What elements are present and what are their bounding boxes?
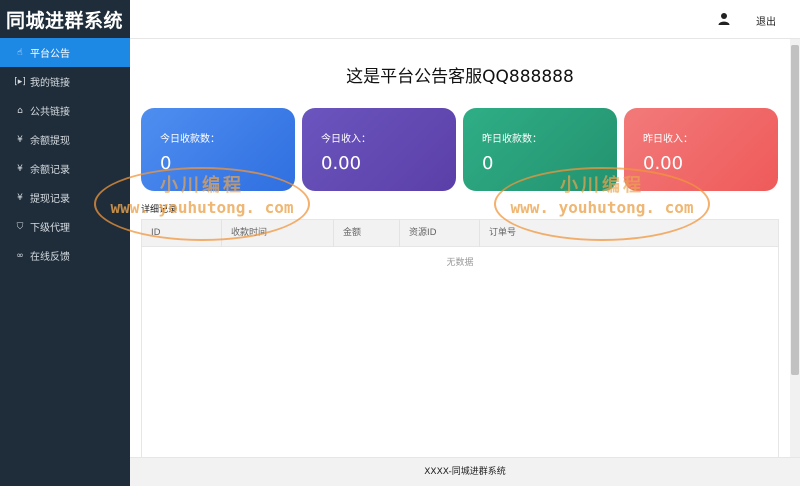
sidebar-item-label: 平台公告 bbox=[30, 49, 70, 60]
sidebar: 同城进群系统 ☝ 平台公告 [▸] 我的链接 ⌂ 公共链接 ¥ 余额提现 ¥ 余… bbox=[0, 0, 130, 486]
infinity-icon: ∞ bbox=[16, 250, 24, 261]
column-header-amount[interactable]: 金额 bbox=[333, 220, 399, 247]
stat-label: 今日收入： bbox=[321, 134, 371, 145]
records-table: ID 收款时间 金额 资源ID 订单号 无数据 bbox=[141, 219, 779, 457]
stat-card-yesterday-income: 昨日收入： 0.00 bbox=[624, 108, 778, 191]
stat-label: 昨日收入： bbox=[643, 134, 693, 145]
hand-pointer-icon: ☝ bbox=[17, 47, 23, 58]
footer: XXXX-同城进群系统 bbox=[130, 457, 800, 486]
column-header-id[interactable]: ID bbox=[142, 220, 221, 247]
sidebar-item-sub-agents[interactable]: ⛉ 下级代理 bbox=[0, 212, 130, 241]
sidebar-item-label: 公共链接 bbox=[30, 107, 70, 118]
column-header-resource-id[interactable]: 资源ID bbox=[399, 220, 479, 247]
stat-label: 昨日收款数： bbox=[482, 134, 542, 145]
stat-value: 0 bbox=[160, 153, 172, 174]
shield-check-icon: ⛉ bbox=[16, 221, 24, 232]
sidebar-item-platform-notice[interactable]: ☝ 平台公告 bbox=[0, 38, 130, 67]
column-header-order-no[interactable]: 订单号 bbox=[479, 220, 778, 247]
scrollbar[interactable] bbox=[790, 39, 800, 457]
section-title: 详细记录 bbox=[141, 205, 178, 215]
sidebar-item-label: 下级代理 bbox=[30, 223, 70, 234]
yen-icon: ¥ bbox=[17, 134, 23, 145]
home-icon: ⌂ bbox=[17, 105, 23, 116]
stat-value: 0.00 bbox=[643, 153, 684, 174]
stat-value: 0.00 bbox=[321, 153, 362, 174]
sidebar-item-balance-records[interactable]: ¥ 余额记录 bbox=[0, 154, 130, 183]
yen-icon: ¥ bbox=[17, 192, 23, 203]
column-header-time[interactable]: 收款时间 bbox=[221, 220, 333, 247]
sidebar-item-label: 余额记录 bbox=[30, 165, 70, 176]
stat-card-yesterday-count: 昨日收款数： 0 bbox=[463, 108, 617, 191]
sidebar-item-balance-withdraw[interactable]: ¥ 余额提现 bbox=[0, 125, 130, 154]
logout-link[interactable]: 退出 bbox=[756, 13, 776, 28]
sidebar-item-online-feedback[interactable]: ∞ 在线反馈 bbox=[0, 241, 130, 270]
app-title: 同城进群系统 bbox=[6, 9, 124, 32]
platform-notice: 这是平台公告客服QQ888888 bbox=[346, 67, 574, 87]
main-content: 这是平台公告客服QQ888888 今日收款数： 0 今日收入： 0.00 昨日收… bbox=[130, 39, 790, 457]
stat-label: 今日收款数： bbox=[160, 134, 220, 145]
sidebar-item-my-links[interactable]: [▸] 我的链接 bbox=[0, 67, 130, 96]
sidebar-item-withdraw-records[interactable]: ¥ 提现记录 bbox=[0, 183, 130, 212]
link-bracket-icon: [▸] bbox=[14, 76, 26, 87]
stat-card-today-count: 今日收款数： 0 bbox=[141, 108, 295, 191]
sidebar-item-label: 提现记录 bbox=[30, 194, 70, 205]
stat-value: 0 bbox=[482, 153, 494, 174]
sidebar-item-label: 我的链接 bbox=[30, 78, 70, 89]
sidebar-item-public-links[interactable]: ⌂ 公共链接 bbox=[0, 96, 130, 125]
sidebar-item-label: 在线反馈 bbox=[30, 252, 70, 263]
table-header: ID 收款时间 金额 资源ID 订单号 bbox=[142, 220, 778, 247]
scrollbar-thumb[interactable] bbox=[791, 45, 799, 375]
sidebar-item-label: 余额提现 bbox=[30, 136, 70, 147]
stat-card-today-income: 今日收入： 0.00 bbox=[302, 108, 456, 191]
yen-icon: ¥ bbox=[17, 163, 23, 174]
empty-state: 无数据 bbox=[446, 258, 474, 268]
top-bar: 退出 bbox=[130, 0, 800, 39]
user-icon[interactable] bbox=[717, 12, 731, 26]
